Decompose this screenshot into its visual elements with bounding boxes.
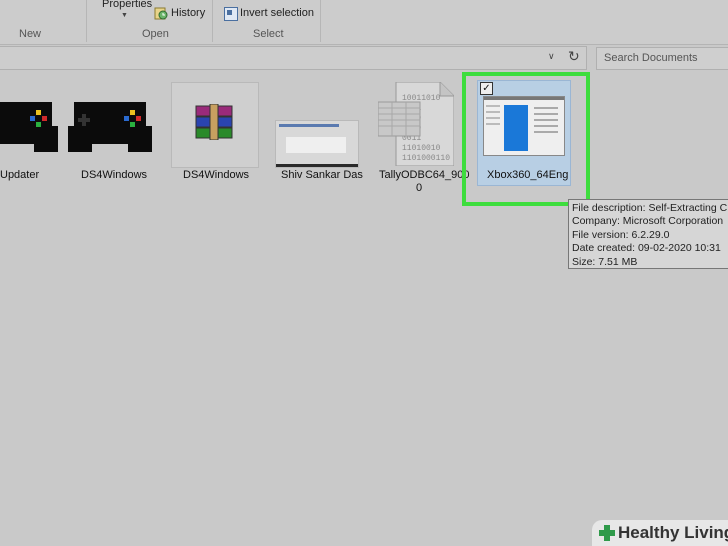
binary-document-icon: 10011010 0101 0110 1010 0011 11010010 11… — [378, 82, 454, 166]
gamepad-icon — [0, 102, 58, 152]
watermark-text: Healthy Living — [618, 523, 728, 542]
winrar-archive-icon — [195, 104, 233, 140]
svg-text:1101000110: 1101000110 — [402, 154, 450, 163]
ribbon: New Properties ▼ History Open Invert sel… — [0, 0, 728, 45]
invert-selection-icon[interactable] — [224, 7, 238, 21]
chevron-down-icon[interactable]: ∨ — [548, 51, 555, 62]
properties-button[interactable]: Properties — [102, 0, 152, 10]
ribbon-separator — [320, 0, 321, 42]
tooltip-company: Company: Microsoft Corporation — [572, 215, 724, 228]
watermark: Healthy Living — [592, 520, 728, 546]
search-placeholder: Search Documents — [604, 52, 698, 64]
plus-cross-icon — [599, 525, 615, 541]
search-input[interactable]: Search Documents — [596, 47, 728, 70]
tooltip-size: Size: 7.51 MB — [572, 255, 638, 268]
tooltip-created: Date created: 09-02-2020 10:31 — [572, 242, 721, 255]
ribbon-separator — [212, 0, 213, 42]
history-button[interactable]: History — [171, 7, 205, 19]
screenshot-thumbnail — [275, 120, 359, 168]
ribbon-group-select: Select — [253, 28, 284, 40]
tooltip-version: File version: 6.2.29.0 — [572, 228, 670, 241]
invert-selection-button[interactable]: Invert selection — [240, 7, 314, 19]
file-name: DS4Windows — [81, 169, 148, 181]
refresh-icon[interactable]: ↻ — [568, 48, 580, 65]
address-bar[interactable] — [0, 46, 587, 70]
highlight-frame — [462, 72, 590, 206]
svg-text:11010010: 11010010 — [402, 144, 441, 153]
ribbon-group-open: Open — [142, 28, 169, 40]
gamepad-icon — [68, 102, 152, 152]
history-icon[interactable] — [154, 6, 168, 20]
file-tooltip: File description: Self-Extracting C Comp… — [568, 199, 728, 269]
file-name: DS4Windows — [183, 169, 250, 181]
file-name: Shiv Sankar Das — [281, 169, 363, 181]
file-name: TallyODBC64_900 — [379, 169, 470, 181]
chevron-down-icon[interactable]: ▼ — [121, 12, 128, 19]
ribbon-separator — [86, 0, 87, 42]
file-name: Updater — [0, 169, 40, 181]
tooltip-description: File description: Self-Extracting C — [572, 202, 728, 214]
file-name-line2: 0 — [416, 182, 423, 194]
ribbon-group-new: New — [19, 28, 42, 40]
